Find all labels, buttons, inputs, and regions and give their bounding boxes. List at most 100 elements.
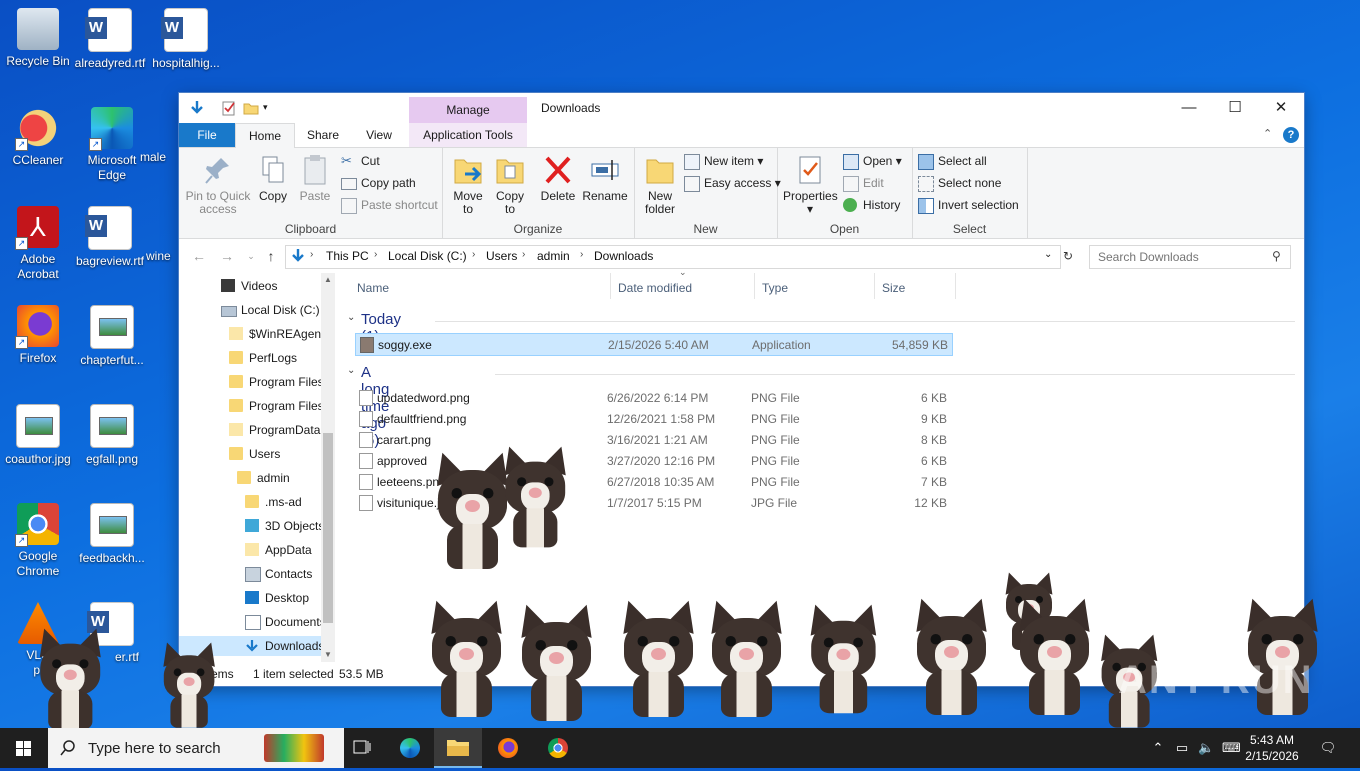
collapse-ribbon-icon[interactable]: ⌃ [1263, 127, 1279, 143]
quick-access-dropdown-icon[interactable]: ▾ [263, 102, 279, 118]
history-icon [843, 198, 857, 212]
open-button[interactable]: Open ▾ [843, 152, 902, 170]
search-box[interactable]: ⚲ [1089, 245, 1291, 269]
desktop-icon-chrome[interactable]: ↗ Google Chrome [0, 503, 76, 579]
desktop-icon-feedbackh[interactable]: feedbackh... [74, 503, 150, 566]
desktop-icon-firefox[interactable]: ↗ Firefox [0, 305, 76, 366]
help-icon[interactable]: ? [1283, 127, 1299, 143]
keyboard-icon[interactable]: ⌨ [1222, 740, 1241, 756]
tab-home[interactable]: Home [235, 123, 295, 148]
paste-button[interactable]: Paste [295, 152, 335, 203]
address-dropdown-icon[interactable]: ⌄ [1044, 249, 1052, 260]
task-view-button[interactable] [338, 728, 386, 768]
cat-sprite [1008, 594, 1101, 715]
desktop-icon-male[interactable]: male [140, 150, 180, 165]
show-hidden-icons-chevron-icon[interactable]: ⌃ [1150, 740, 1166, 756]
title-bar: ▾ Manage Downloads — ☐ ✕ [179, 93, 1304, 123]
nav-scroll-thumb[interactable] [323, 433, 333, 623]
cat-sprite [155, 639, 223, 728]
desktop-icon-coauthor[interactable]: coauthor.jpg [0, 404, 76, 467]
file-row[interactable]: carart.png 3/16/2021 1:21 AM PNG File 8 … [355, 429, 951, 450]
desktop-icon-egfall[interactable]: egfall.png [74, 404, 150, 467]
desktop-icon-hospitalhig[interactable]: hospitalhig... [148, 8, 224, 71]
word-document-icon [85, 206, 132, 250]
tab-application-tools[interactable]: Application Tools [409, 123, 527, 147]
paste-shortcut-icon [341, 198, 357, 214]
breadcrumb-separator: › [472, 249, 476, 260]
minimize-button[interactable]: — [1166, 93, 1212, 123]
breadcrumb-downloads[interactable]: Downloads [594, 249, 653, 263]
new-item-button[interactable]: New item ▾ [684, 152, 763, 170]
copy-path-button[interactable]: Copy path [341, 174, 416, 192]
network-icon[interactable]: ▭ [1174, 740, 1190, 756]
properties-check-icon[interactable] [221, 100, 237, 116]
easy-access-button[interactable]: Easy access ▾ [684, 174, 781, 192]
taskbar-clock[interactable]: 5:43 AM 2/15/2026 [1238, 732, 1306, 764]
scissors-icon: ✂ [341, 153, 352, 168]
notifications-icon[interactable]: 🗨 [1318, 740, 1338, 756]
cut-button[interactable]: ✂ Cut [341, 152, 380, 170]
taskbar-chrome[interactable] [534, 728, 582, 768]
move-to-button[interactable]: Move to [448, 152, 488, 216]
desktop-icon-bagreview[interactable]: bagreview.rtf [72, 206, 148, 269]
breadcrumb-users[interactable]: Users [486, 249, 517, 263]
scroll-down-icon[interactable]: ▼ [324, 650, 332, 659]
taskbar-file-explorer[interactable] [434, 728, 482, 768]
word-document-icon [161, 8, 208, 52]
forward-arrow-icon[interactable]: → [219, 248, 235, 264]
tab-share[interactable]: Share [297, 123, 349, 147]
close-button[interactable]: ✕ [1258, 93, 1304, 123]
delete-button[interactable]: Delete [538, 152, 578, 203]
refresh-icon[interactable]: ↻ [1063, 249, 1073, 263]
address-bar[interactable]: › This PC › Local Disk (C:) › Users › ad… [285, 245, 1061, 269]
select-none-button[interactable]: Select none [918, 174, 1001, 192]
taskbar-firefox[interactable] [484, 728, 532, 768]
column-header-type[interactable]: Type [754, 273, 875, 299]
file-row[interactable]: updatedword.png 6/26/2022 6:14 PM PNG Fi… [355, 387, 951, 408]
new-folder-button[interactable]: New folder [640, 152, 680, 216]
scroll-up-icon[interactable]: ▲ [324, 275, 332, 284]
down-arrow-icon[interactable] [189, 100, 205, 116]
taskbar-edge[interactable] [386, 728, 434, 768]
desktop-icon-chapterfut[interactable]: chapterfut... [74, 305, 150, 368]
rename-button[interactable]: Rename [582, 152, 628, 203]
maximize-button[interactable]: ☐ [1212, 93, 1258, 123]
nav-scrollbar[interactable]: ▲ ▼ [321, 273, 335, 662]
search-input[interactable] [1096, 248, 1270, 266]
desktop-icon-wine[interactable]: wine [146, 249, 180, 264]
tab-view[interactable]: View [353, 123, 405, 147]
taskbar-search[interactable]: Type here to search [48, 728, 344, 768]
desktop-icon-ccleaner[interactable]: ↗ CCleaner [0, 107, 76, 168]
tab-file[interactable]: File [179, 123, 235, 147]
paste-shortcut-button[interactable]: Paste shortcut [341, 196, 438, 214]
breadcrumb-local-disk[interactable]: Local Disk (C:) [388, 249, 467, 263]
desktop-icon-alreadyred[interactable]: alreadyred.rtf [72, 8, 148, 71]
edit-button[interactable]: Edit [843, 174, 884, 192]
column-header-size[interactable]: Size [874, 273, 956, 299]
copy-to-button[interactable]: Copy to [490, 152, 530, 216]
invert-selection-button[interactable]: Invert selection [918, 196, 1019, 214]
select-none-icon [918, 176, 934, 192]
select-all-button[interactable]: Select all [918, 152, 987, 170]
file-row[interactable]: defaultfriend.png 12/26/2021 1:58 PM PNG… [355, 408, 951, 429]
pin-quick-access-button[interactable]: Pin to Quick access [185, 152, 251, 216]
task-view-icon [353, 740, 371, 754]
history-button[interactable]: History [843, 196, 900, 214]
image-file-icon [359, 453, 373, 469]
breadcrumb-admin[interactable]: admin [537, 249, 570, 263]
file-row-soggy-exe[interactable]: soggy.exe 2/15/2026 5:40 AM Application … [355, 333, 953, 356]
volume-icon[interactable]: 🔈 [1198, 740, 1214, 756]
properties-button[interactable]: Properties ▾ [783, 152, 838, 216]
recent-locations-chevron-icon[interactable]: ⌄ [243, 248, 259, 264]
column-header-name[interactable]: Name [349, 273, 611, 299]
edge-icon [400, 738, 420, 758]
start-button[interactable] [0, 728, 48, 768]
new-folder-icon[interactable] [243, 100, 259, 116]
desktop-icon-recycle-bin[interactable]: Recycle Bin [0, 8, 76, 69]
breadcrumb-this-pc[interactable]: This PC [326, 249, 369, 263]
back-arrow-icon[interactable]: ← [191, 248, 207, 264]
copy-button[interactable]: Copy [255, 152, 291, 203]
desktop-icon-edge[interactable]: ↗ Microsoft Edge [74, 107, 150, 183]
desktop-icon-acrobat[interactable]: ↗ Adobe Acrobat [0, 206, 76, 282]
up-arrow-icon[interactable]: ↑ [263, 248, 279, 264]
